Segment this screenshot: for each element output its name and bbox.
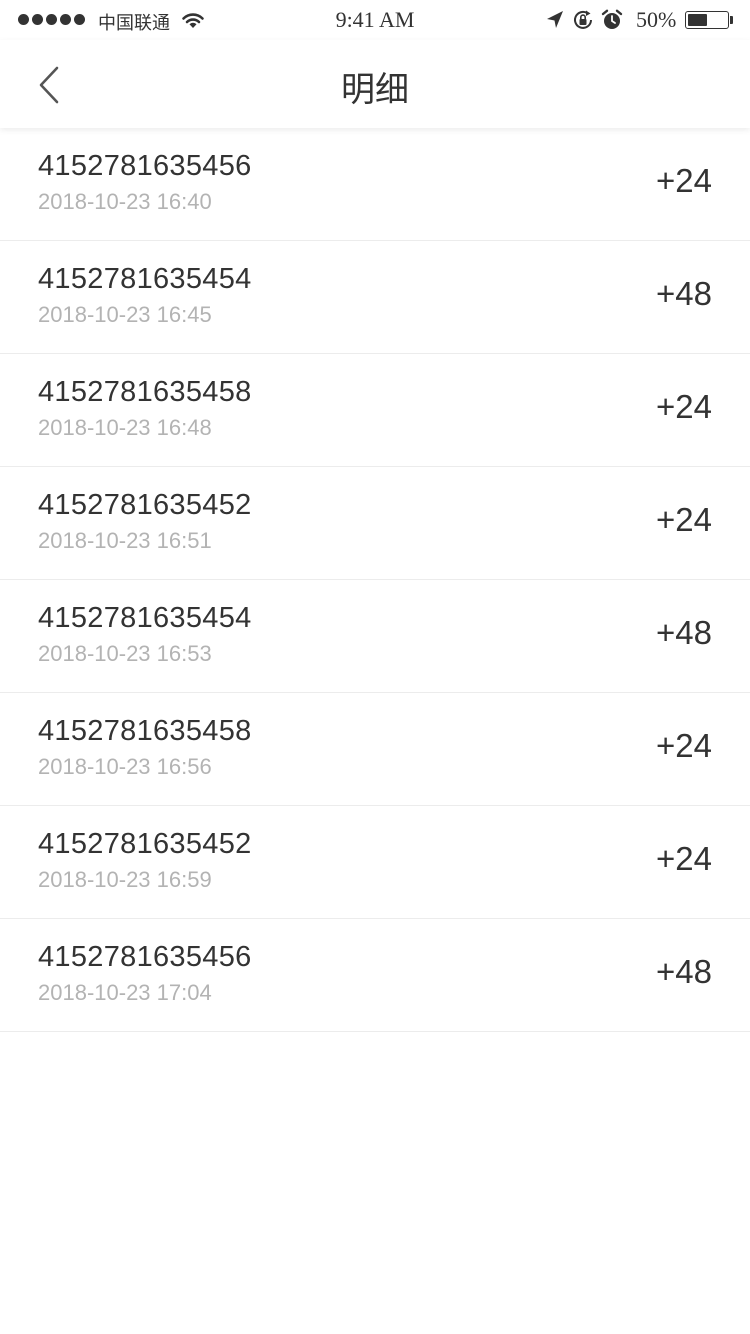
list-item[interactable]: 4152781635456 2018-10-23 16:40 +24 xyxy=(0,128,750,241)
item-amount: +48 xyxy=(656,614,712,651)
item-number: 4152781635456 xyxy=(38,150,252,182)
item-timestamp: 2018-10-23 16:48 xyxy=(38,415,212,440)
item-number: 4152781635456 xyxy=(38,941,252,973)
item-timestamp: 2018-10-23 16:59 xyxy=(38,867,212,892)
list-item[interactable]: 4152781635456 2018-10-23 17:04 +48 xyxy=(0,919,750,1032)
page-title: 明细 xyxy=(341,70,409,110)
item-amount: +24 xyxy=(656,840,712,877)
item-number: 4152781635458 xyxy=(38,376,252,408)
item-number: 4152781635452 xyxy=(38,489,252,521)
list-item[interactable]: 4152781635452 2018-10-23 16:59 +24 xyxy=(0,806,750,919)
item-number: 4152781635454 xyxy=(38,602,252,634)
item-amount: +24 xyxy=(656,162,712,199)
item-number: 4152781635452 xyxy=(38,828,252,860)
list-item[interactable]: 4152781635458 2018-10-23 16:56 +24 xyxy=(0,693,750,806)
battery-tip xyxy=(730,16,733,24)
item-timestamp: 2018-10-23 16:51 xyxy=(38,528,212,553)
navigation-bar: 明细 xyxy=(0,40,750,128)
item-timestamp: 2018-10-23 16:53 xyxy=(38,641,212,666)
item-amount: +24 xyxy=(656,727,712,764)
item-amount: +48 xyxy=(656,275,712,312)
item-number: 4152781635458 xyxy=(38,715,252,747)
detail-list: 4152781635456 2018-10-23 16:40 +24 41527816… xyxy=(0,128,750,1032)
list-item[interactable]: 4152781635458 2018-10-23 16:48 +24 xyxy=(0,354,750,467)
list-item[interactable]: 4152781635454 2018-10-23 16:45 +48 xyxy=(0,241,750,354)
item-number: 4152781635454 xyxy=(38,263,252,295)
status-bar: 中国联通 9:41 AM 50% xyxy=(0,0,750,40)
battery-level-fill xyxy=(688,14,707,26)
item-amount: +24 xyxy=(656,501,712,538)
battery-percentage: 50% xyxy=(636,7,677,32)
item-amount: +48 xyxy=(656,953,712,990)
item-timestamp: 2018-10-23 16:56 xyxy=(38,754,212,779)
item-amount: +24 xyxy=(656,388,712,425)
orientation-lock-icon xyxy=(574,10,592,29)
list-item[interactable]: 4152781635454 2018-10-23 16:53 +48 xyxy=(0,580,750,693)
list-item[interactable]: 4152781635452 2018-10-23 16:51 +24 xyxy=(0,467,750,580)
item-timestamp: 2018-10-23 17:04 xyxy=(38,980,212,1005)
item-timestamp: 2018-10-23 16:45 xyxy=(38,302,212,327)
battery-icon xyxy=(685,11,729,29)
item-timestamp: 2018-10-23 16:40 xyxy=(38,189,212,214)
alarm-clock-icon xyxy=(601,9,623,29)
location-arrow-icon xyxy=(547,11,563,28)
